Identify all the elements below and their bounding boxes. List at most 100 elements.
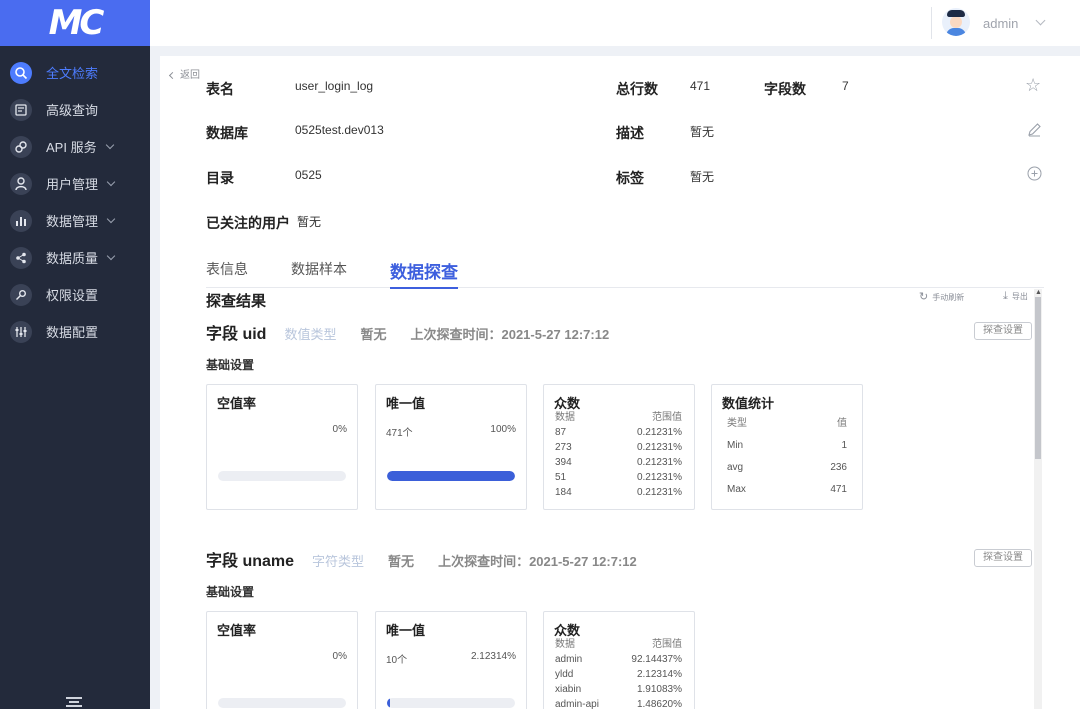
mode-row: 273 0.21231%: [555, 440, 682, 455]
edit-icon[interactable]: [1027, 122, 1042, 140]
unique-percent: 100%: [490, 424, 516, 435]
export-button[interactable]: ⤓ 导出: [1003, 290, 1028, 303]
database-value: 0525test.dev013: [295, 123, 384, 137]
mode-col-data: 数据: [555, 412, 575, 423]
sidebar-item-data-management[interactable]: 数据管理: [0, 202, 150, 239]
star-icon[interactable]: ☆: [1025, 76, 1041, 94]
query-icon: [10, 98, 32, 121]
tab-data-sample[interactable]: 数据样本: [291, 259, 347, 279]
sidebar-item-label: 高级查询: [46, 103, 99, 118]
null-rate-bar: [218, 698, 346, 708]
null-rate-value: 0%: [332, 651, 347, 662]
unique-bar-fill: [387, 471, 515, 481]
unique-count: 10个: [386, 655, 408, 666]
sidebar-item-permissions[interactable]: 权限设置: [0, 276, 150, 313]
sidebar-item-user-management[interactable]: 用户管理: [0, 165, 150, 202]
username[interactable]: admin: [983, 16, 1018, 31]
scrollbar[interactable]: ▲: [1034, 289, 1042, 709]
field-header: 字段 uname 字符类型 暂无 上次探查时间：2021-5-27 12:7:1…: [206, 547, 637, 570]
sidebar-item-label: 用户管理: [46, 177, 99, 192]
stats-table: 类型 值 Min 1 avg 236 Max 471: [727, 417, 847, 505]
last-probe-time: 上次探查时间：2021-5-27 12:7:12: [438, 554, 637, 569]
top-bar: admin: [150, 0, 1080, 46]
field-count-value: 7: [842, 79, 849, 93]
stats-value: 236: [830, 462, 847, 473]
chevron-down-icon: [106, 251, 116, 260]
card-title: 唯一值: [386, 623, 426, 638]
field-description: 暂无: [388, 554, 415, 569]
scrollbar-thumb[interactable]: [1035, 297, 1041, 459]
sidebar: MC 全文检索 高级查询 API 服务 用户管理 数据管理 数据质量 权限设置 …: [0, 0, 150, 709]
sidebar-item-data-quality[interactable]: 数据质量: [0, 239, 150, 276]
chevron-down-icon: [106, 177, 116, 186]
topbar-divider: [931, 7, 932, 39]
stats-type: Min: [727, 440, 744, 451]
card-title: 空值率: [217, 396, 257, 411]
mode-table-header: 数据 范围值: [555, 638, 682, 652]
unique-bar: [387, 698, 515, 708]
followers-value: 暂无: [297, 215, 322, 229]
catalog-label: 目录: [206, 170, 234, 186]
scroll-up-icon[interactable]: ▲: [1035, 289, 1042, 297]
refresh-button[interactable]: ↻ 手动刷新: [919, 290, 964, 303]
row-count-value: 471: [690, 79, 711, 93]
avatar[interactable]: [942, 8, 970, 36]
mode-table-header: 数据 范围值: [555, 411, 682, 425]
mode-range: 2.12314%: [636, 669, 682, 680]
mode-data: 184: [555, 487, 572, 498]
mode-row: admin-api 1.48620%: [555, 697, 682, 709]
collapse-menu-icon[interactable]: [66, 697, 82, 707]
back-label: 返回: [180, 70, 200, 81]
tab-data-exploration[interactable]: 数据探查: [390, 258, 458, 289]
null-rate-bar: [218, 471, 346, 481]
mode-range: 0.21231%: [636, 427, 682, 438]
refresh-icon: ↻: [919, 291, 929, 303]
sidebar-item-advanced-query[interactable]: 高级查询: [0, 91, 150, 128]
mode-row: yldd 2.12314%: [555, 667, 682, 682]
mode-data: admin: [555, 654, 583, 665]
mode-range: 0.21231%: [636, 472, 682, 483]
sidebar-item-label: 数据配置: [46, 325, 99, 340]
mode-data: admin-api: [555, 699, 599, 709]
chevron-down-icon: [105, 140, 114, 149]
tags-value: 暂无: [690, 170, 715, 184]
stats-row: Max 471: [727, 483, 847, 505]
card-title: 众数: [554, 623, 581, 638]
sidebar-menu: 全文检索 高级查询 API 服务 用户管理 数据管理 数据质量 权限设置 数据配…: [0, 46, 150, 350]
mode-range: 0.21231%: [636, 457, 682, 468]
key-icon: [10, 283, 32, 306]
mode-data: xiabin: [555, 684, 582, 695]
sidebar-item-api-service[interactable]: API 服务: [0, 128, 150, 165]
basic-settings-label: 基础设置: [206, 358, 255, 372]
sidebar-item-fulltext-search[interactable]: 全文检索: [0, 54, 150, 91]
table-name-value: user_login_log: [295, 79, 374, 93]
probe-settings-button[interactable]: 探查设置: [974, 322, 1032, 340]
field-type: 数值类型: [284, 327, 337, 342]
unique-bar: [387, 471, 515, 481]
stats-row: Min 1: [727, 439, 847, 461]
mode-range: 92.14437%: [631, 654, 682, 665]
chevron-down-icon[interactable]: [1035, 15, 1046, 26]
share-icon: [10, 246, 32, 269]
user-icon: [10, 172, 32, 195]
unique-count: 471个: [386, 428, 413, 439]
mode-row: 87 0.21231%: [555, 425, 682, 440]
mode-card: 众数 数据 范围值 87 0.21231% 273 0.21231% 394 0.21…: [543, 384, 695, 510]
followers-label: 已关注的用户: [206, 215, 290, 231]
chevron-down-icon: [106, 214, 116, 223]
sidebar-item-label: API 服务: [46, 140, 97, 155]
tab-table-info[interactable]: 表信息: [206, 259, 248, 279]
mode-col-range: 范围值: [652, 412, 682, 423]
null-rate-value: 0%: [332, 424, 347, 435]
search-icon: [10, 61, 32, 84]
stats-col-type: 类型: [727, 418, 747, 429]
logo[interactable]: MC: [0, 0, 150, 46]
add-tag-icon[interactable]: [1027, 166, 1042, 184]
null-rate-card: 空值率 0%: [206, 384, 358, 510]
sidebar-item-data-config[interactable]: 数据配置: [0, 313, 150, 350]
probe-settings-button[interactable]: 探查设置: [974, 549, 1032, 567]
back-link[interactable]: 返回: [168, 66, 200, 81]
mode-row: 51 0.21231%: [555, 470, 682, 485]
bar-chart-icon: [10, 209, 32, 232]
mode-range: 0.21231%: [636, 442, 682, 453]
